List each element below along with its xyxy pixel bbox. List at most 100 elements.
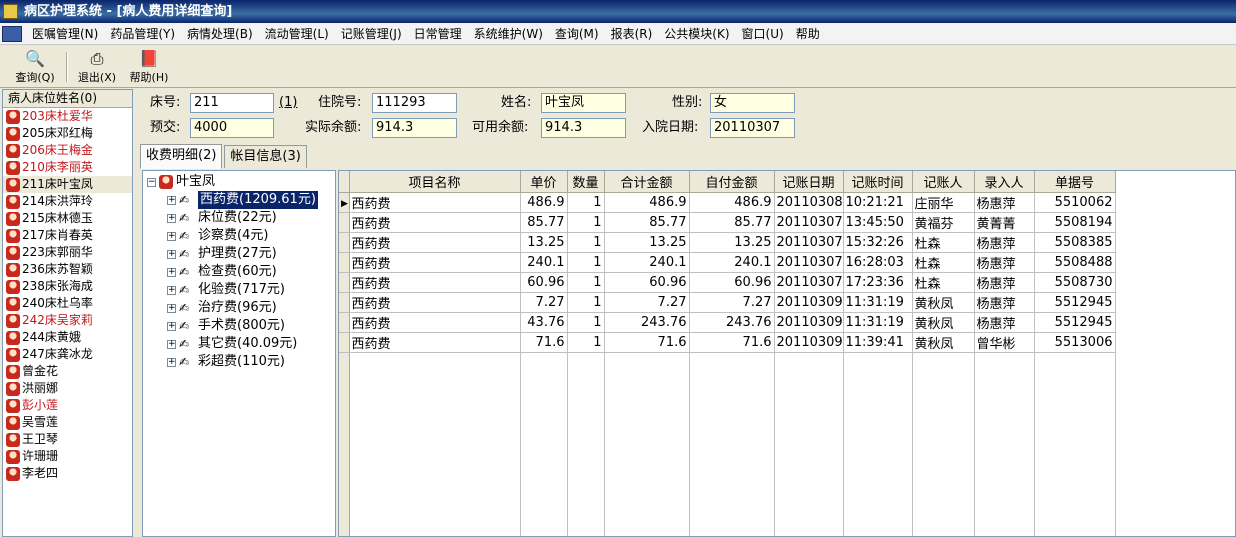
table-cell[interactable]: 1 — [567, 272, 605, 293]
column-header[interactable]: 数量 — [567, 171, 605, 193]
table-cell[interactable]: 71.6 — [520, 332, 568, 353]
tree-root[interactable]: − 叶宝凤 — [147, 173, 215, 191]
table-cell[interactable]: 11:31:19 — [843, 312, 913, 333]
table-cell[interactable]: 20110309 — [774, 292, 844, 313]
table-cell[interactable]: 杨惠萍 — [974, 292, 1035, 313]
table-row[interactable]: 西药费 60.96 1 60.96 60.96 20110307 17:23:36 杜森 杨惠萍… — [339, 272, 1116, 293]
table-cell[interactable]: 20110307 — [774, 232, 844, 253]
table-cell[interactable]: 15:32:26 — [843, 232, 913, 253]
table-cell[interactable]: 11:39:41 — [843, 332, 913, 353]
patient-list-item[interactable]: 王卫琴 — [3, 431, 132, 448]
column-header[interactable]: 记账人 — [912, 171, 975, 193]
menu-item-flow[interactable]: 流动管理(L) — [259, 23, 335, 45]
table-cell[interactable]: 243.76 — [689, 312, 775, 333]
table-cell[interactable]: 240.1 — [604, 252, 690, 273]
table-row[interactable]: ▶ 西药费 486.9 1 486.9 486.9 20110308 10:21:21 庄丽华杨… — [339, 192, 1116, 213]
patient-list-item[interactable]: 217床肖春英 — [3, 227, 132, 244]
table-cell[interactable]: 243.76 — [604, 312, 690, 333]
patient-list-header[interactable]: 病人床位姓名(0) — [3, 90, 132, 108]
table-cell[interactable]: 85.77 — [604, 212, 690, 233]
table-cell[interactable]: 20110308 — [774, 192, 844, 213]
column-header[interactable]: 录入人 — [974, 171, 1035, 193]
patient-list-item[interactable]: 238床张海成 — [3, 278, 132, 295]
gender-field[interactable]: 女 — [710, 93, 795, 113]
column-header[interactable]: 记账时间 — [843, 171, 913, 193]
expand-icon[interactable]: + — [167, 231, 176, 241]
patient-list-item[interactable]: 214床洪萍玲 — [3, 193, 132, 210]
tree-node[interactable]: + ✍ 彩超费(110元) — [167, 353, 285, 371]
bed-field[interactable]: 211 — [190, 93, 274, 113]
row-indicator[interactable] — [339, 332, 350, 353]
current-row-indicator-icon[interactable]: ▶ — [339, 192, 350, 213]
table-row[interactable]: 西药费 43.76 1 243.76 243.76 20110309 11:31:19 黄秋凤… — [339, 312, 1116, 333]
table-cell[interactable]: 黄秋凤 — [912, 312, 975, 333]
table-cell[interactable]: 杨惠萍 — [974, 252, 1035, 273]
table-cell[interactable]: 17:23:36 — [843, 272, 913, 293]
expand-icon[interactable]: + — [167, 267, 176, 277]
mdi-window-icon[interactable] — [2, 25, 22, 42]
expand-icon[interactable]: + — [167, 249, 176, 259]
available-balance-field[interactable]: 914.3 — [541, 118, 626, 138]
patient-list-item[interactable]: 247床龚冰龙 — [3, 346, 132, 363]
query-button[interactable]: 🔍 查询(Q) — [12, 50, 58, 86]
table-cell[interactable]: 西药费 — [349, 232, 521, 253]
table-cell[interactable]: 20110307 — [774, 272, 844, 293]
table-cell[interactable]: 20110307 — [774, 252, 844, 273]
table-cell[interactable]: 杨惠萍 — [974, 272, 1035, 293]
row-indicator[interactable] — [339, 232, 350, 253]
table-cell[interactable]: 486.9 — [604, 192, 690, 213]
patient-list-item[interactable]: 236床苏智颖 — [3, 261, 132, 278]
table-row[interactable]: 西药费 7.27 1 7.27 7.27 20110309 11:31:19 黄秋凤 杨惠萍 55… — [339, 292, 1116, 313]
table-cell[interactable]: 1 — [567, 212, 605, 233]
tree-node[interactable]: + ✍ 检查费(60元) — [167, 263, 277, 281]
inpatient-number-field[interactable]: 111293 — [372, 93, 457, 113]
menu-item-help[interactable]: 帮助 — [790, 23, 826, 45]
prepay-field[interactable]: 4000 — [190, 118, 274, 138]
menu-item-public[interactable]: 公共模块(K) — [658, 23, 735, 45]
table-cell[interactable]: 黄福芬 — [912, 212, 975, 233]
menu-item-drugs[interactable]: 药品管理(Y) — [104, 23, 181, 45]
column-header[interactable]: 自付金额 — [689, 171, 775, 193]
table-cell[interactable]: 71.6 — [604, 332, 690, 353]
table-cell[interactable]: 杜森 — [912, 252, 975, 273]
tree-node[interactable]: + ✍ 诊察费(4元) — [167, 227, 268, 245]
expand-icon[interactable]: + — [167, 303, 176, 313]
table-cell[interactable]: 1 — [567, 192, 605, 213]
table-cell[interactable]: 43.76 — [520, 312, 568, 333]
patient-list-item[interactable]: 206床王梅金 — [3, 142, 132, 159]
patient-list-item[interactable]: 244床黄娥 — [3, 329, 132, 346]
table-cell[interactable]: 60.96 — [520, 272, 568, 293]
patient-list-item[interactable]: 223床郭丽华 — [3, 244, 132, 261]
table-cell[interactable]: 16:28:03 — [843, 252, 913, 273]
table-cell[interactable]: 13.25 — [689, 232, 775, 253]
column-header[interactable]: 单据号 — [1034, 171, 1116, 193]
table-cell[interactable]: 5510062 — [1034, 192, 1116, 213]
table-cell[interactable]: 杨惠萍 — [974, 232, 1035, 253]
splitter[interactable] — [135, 89, 138, 537]
table-cell[interactable]: 5512945 — [1034, 312, 1116, 333]
table-cell[interactable]: 1 — [567, 292, 605, 313]
table-cell[interactable]: 黄菁菁 — [974, 212, 1035, 233]
table-cell[interactable]: 7.27 — [520, 292, 568, 313]
menu-item-reports[interactable]: 报表(R) — [605, 23, 659, 45]
table-cell[interactable]: 20110309 — [774, 312, 844, 333]
tree-node[interactable]: + ✍ 护理费(27元) — [167, 245, 277, 263]
tree-node[interactable]: + ✍ 治疗费(96元) — [167, 299, 277, 317]
table-cell[interactable]: 5508488 — [1034, 252, 1116, 273]
table-cell[interactable]: 曾华彬 — [974, 332, 1035, 353]
patient-list-item[interactable]: 李老四 — [3, 465, 132, 482]
patient-list-item[interactable]: 洪丽娜 — [3, 380, 132, 397]
table-cell[interactable]: 240.1 — [689, 252, 775, 273]
table-cell[interactable]: 5512945 — [1034, 292, 1116, 313]
row-indicator[interactable] — [339, 212, 350, 233]
menu-item-system[interactable]: 系统维护(W) — [468, 23, 549, 45]
table-cell[interactable]: 5508194 — [1034, 212, 1116, 233]
table-cell[interactable]: 7.27 — [604, 292, 690, 313]
patient-list-item[interactable]: 210床李丽英 — [3, 159, 132, 176]
table-row[interactable]: 西药费 240.1 1 240.1 240.1 20110307 16:28:03 杜森 杨惠萍… — [339, 252, 1116, 273]
table-cell[interactable]: 西药费 — [349, 332, 521, 353]
tree-node[interactable]: + ✍ 化验费(717元) — [167, 281, 285, 299]
actual-balance-field[interactable]: 914.3 — [372, 118, 457, 138]
row-indicator[interactable] — [339, 292, 350, 313]
help-button[interactable]: 📕 帮助(H) — [126, 50, 172, 86]
